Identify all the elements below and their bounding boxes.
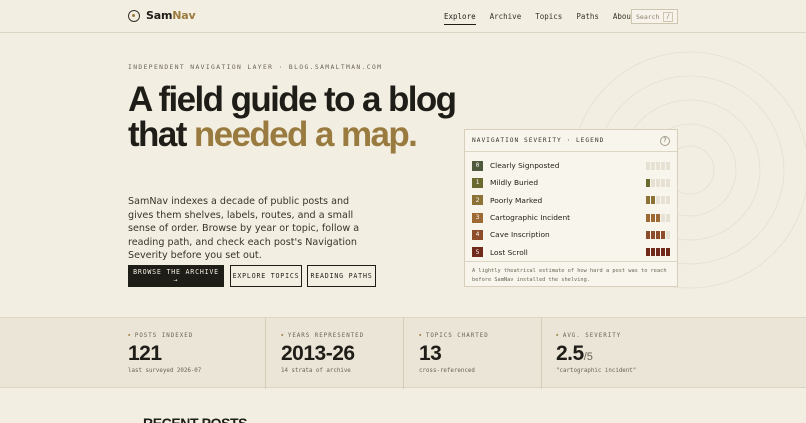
severity-meter-segment [646,213,650,222]
legend-footnote: A lightly theatrical estimate of how har… [465,261,677,284]
severity-meter-segment [661,196,665,205]
severity-legend-card: NAVIGATION SEVERITY · LEGEND ? 0 Clearly … [464,129,678,287]
severity-level-name: Lost Scroll [490,247,528,257]
severity-meter [646,213,670,222]
stat-posts-indexed: POSTS INDEXED 121 last surveyed 2026-07 [0,318,265,389]
severity-level-name: Mildly Buried [490,178,539,188]
severity-meter-segment [666,248,670,257]
stat-value: 121 [128,342,162,365]
severity-meter-segment [661,248,665,257]
stat-avg-severity: AVG. SEVERITY 2.5/5 "cartographic incide… [541,318,806,389]
legend-title: NAVIGATION SEVERITY · LEGEND [472,137,605,144]
severity-meter-segment [646,248,650,257]
severity-meter-segment [656,196,660,205]
stat-label: POSTS INDEXED [128,332,193,339]
main-nav: Explore Archive Topics Paths About [444,12,635,25]
brand-name: SamNav [146,9,196,22]
severity-meter-segment [651,161,655,170]
severity-meter-segment [656,178,660,187]
severity-meter [646,196,670,205]
severity-level-badge: 1 [472,177,483,188]
severity-meter-segment [656,213,660,222]
legend-row: 1 Mildly Buried [472,174,670,191]
legend-header: NAVIGATION SEVERITY · LEGEND ? [465,130,677,152]
help-icon[interactable]: ? [660,135,670,146]
nav-paths[interactable]: Paths [576,12,599,25]
stat-sub: 14 strata of archive [281,368,351,374]
severity-level-badge: 5 [472,247,483,258]
severity-meter-segment [646,161,650,170]
severity-meter-segment [651,213,655,222]
severity-level-name: Cartographic Incident [490,213,571,223]
severity-level-badge: 3 [472,212,483,223]
severity-meter-segment [656,161,660,170]
severity-meter [646,230,670,239]
stat-value: 2013-26 [281,342,355,365]
severity-meter-segment [651,230,655,239]
reading-paths-button[interactable]: READING PATHS [307,265,376,287]
stat-sub: "cartographic incident" [556,368,637,374]
stat-topics-charted: TOPICS CHARTED 13 cross-referenced [403,318,541,389]
nav-explore[interactable]: Explore [444,12,476,25]
severity-level-badge: 4 [472,229,483,240]
legend-row: 3 Cartographic Incident [472,209,670,226]
severity-meter-segment [666,196,670,205]
severity-meter-segment [661,178,665,187]
stats-strip: POSTS INDEXED 121 last surveyed 2026-07 … [0,317,806,389]
stat-years-represented: YEARS REPRESENTED 2013-26 14 strata of a… [265,318,403,389]
legend-rows: 0 Clearly Signposted 1 Mildly Buried 2 Poorly… [465,152,677,261]
search-shortcut: / [663,11,673,22]
hero-eyebrow: INDEPENDENT NAVIGATION LAYER · BLOG.SAMA… [128,64,383,71]
severity-meter-segment [646,196,650,205]
stat-label: YEARS REPRESENTED [281,332,364,339]
severity-meter-segment [666,161,670,170]
browse-archive-button[interactable]: BROWSE THE ARCHIVE → [128,265,224,287]
search-label: Search [636,12,660,21]
severity-meter [646,178,670,187]
compass-icon [128,9,140,22]
stat-sub: last surveyed 2026-07 [128,368,202,374]
severity-meter-segment [661,230,665,239]
search-button[interactable]: Search / [631,9,678,24]
severity-meter-segment [661,161,665,170]
legend-row: 2 Poorly Marked [472,192,670,209]
severity-meter-segment [646,178,650,187]
severity-meter-segment [651,248,655,257]
stat-value: 2.5/5 [556,342,593,365]
severity-level-badge: 2 [472,195,483,206]
stat-sub: cross-referenced [419,368,475,374]
severity-meter-segment [651,178,655,187]
legend-row: 4 Cave Inscription [472,226,670,243]
stat-label: TOPICS CHARTED [419,332,489,339]
severity-level-name: Clearly Signposted [490,161,560,171]
recent-posts-heading: RECENT POSTS [143,415,248,423]
severity-level-name: Poorly Marked [490,195,543,205]
legend-row: 5 Lost Scroll [472,243,670,260]
nav-topics[interactable]: Topics [535,12,562,25]
brand-logo[interactable]: SamNav [128,9,196,22]
severity-meter-segment [666,178,670,187]
severity-level-name: Cave Inscription [490,230,550,240]
severity-meter-segment [666,213,670,222]
hero-intro: SamNav indexes a decade of public posts … [128,196,360,261]
stat-value: 13 [419,342,442,365]
severity-meter [646,248,670,257]
severity-meter-segment [656,230,660,239]
severity-level-badge: 0 [472,160,483,171]
nav-archive[interactable]: Archive [490,12,522,25]
site-header: SamNav Explore Archive Topics Paths Abou… [0,0,806,33]
severity-meter-segment [651,196,655,205]
explore-topics-button[interactable]: EXPLORE TOPICS [230,265,302,287]
stat-label: AVG. SEVERITY [556,332,621,339]
severity-meter-segment [646,230,650,239]
hero-headline: A field guide to a blog that needed a ma… [128,80,457,154]
severity-meter [646,161,670,170]
severity-meter-segment [666,230,670,239]
severity-meter-segment [661,213,665,222]
legend-row: 0 Clearly Signposted [472,157,670,174]
severity-meter-segment [656,248,660,257]
